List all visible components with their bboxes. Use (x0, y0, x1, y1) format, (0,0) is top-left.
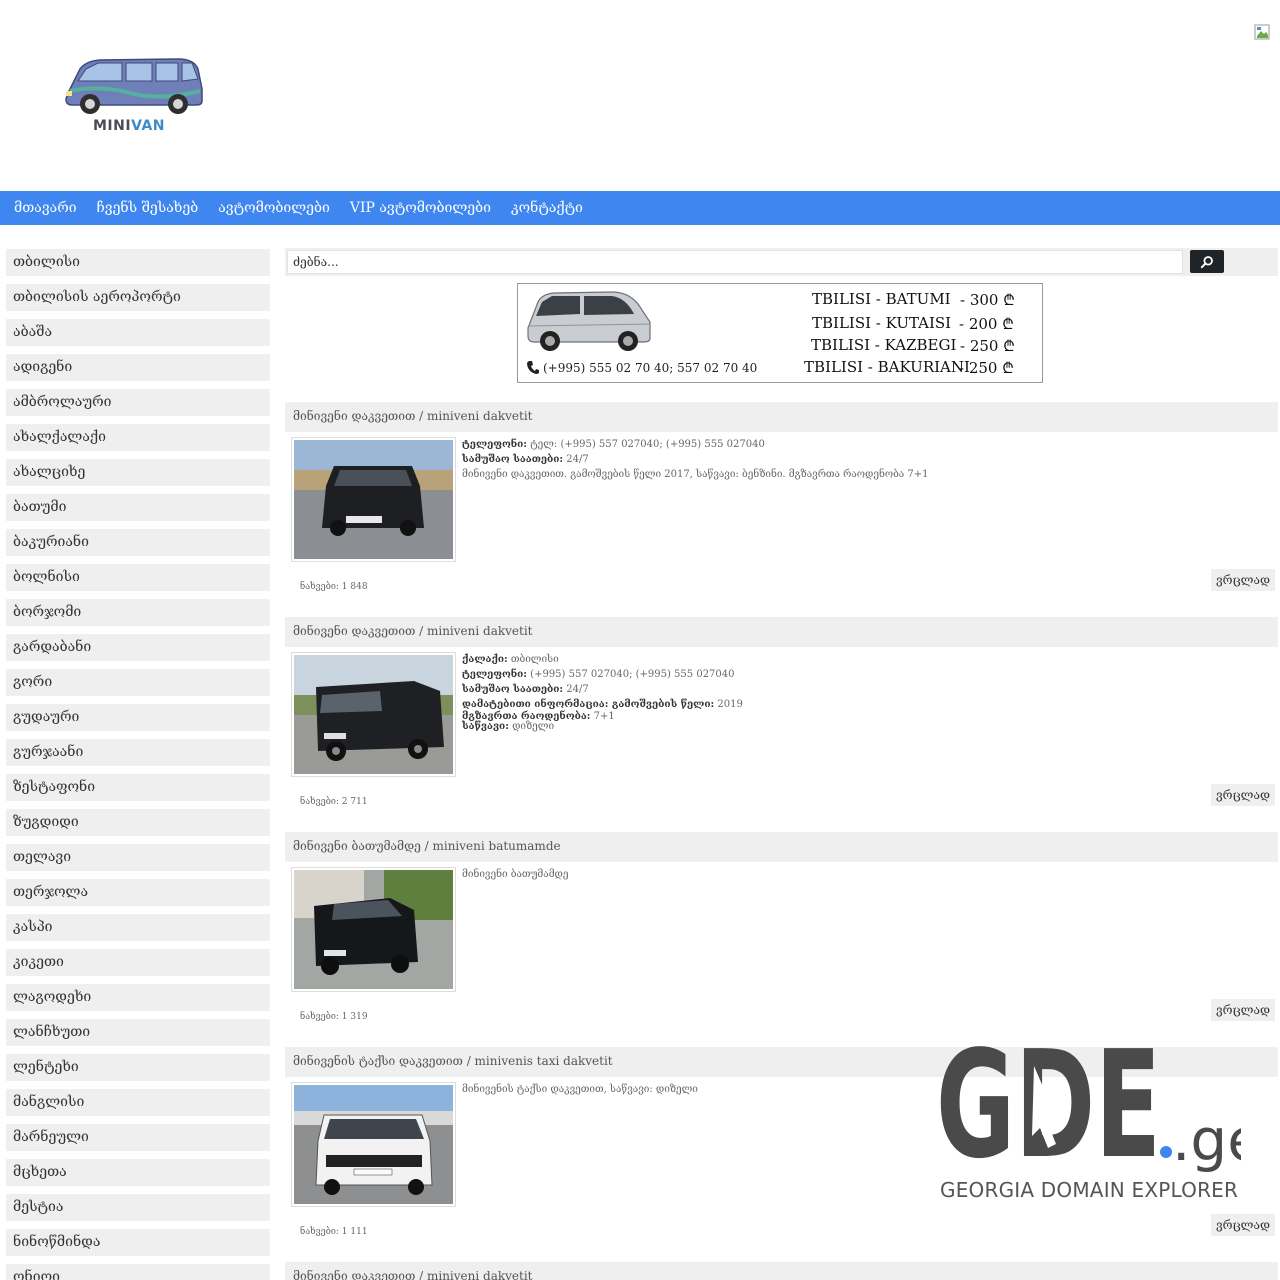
nav-item-home[interactable]: მთავარი (4, 191, 87, 225)
view-count: ნახვები: 2 711 (300, 797, 368, 807)
search-button[interactable] (1190, 250, 1224, 273)
detail-line: ტელეფონი: ტელ: (+995) 557 027040; (+995)… (462, 439, 765, 450)
sidebar-item-city[interactable]: ლაგოდეხი (6, 984, 270, 1011)
gde-watermark: GDE .ge GEORGIA DOMAIN EXPLORER (936, 1019, 1263, 1206)
van-photo (294, 1085, 453, 1204)
listing-details: ტელეფონი: ტელ: (+995) 557 027040; (+995)… (462, 437, 1262, 482)
sidebar-item-city[interactable]: კასპი (6, 914, 270, 941)
van-photo (294, 655, 453, 774)
detail-line: ტელეფონი: (+995) 557 027040; (+995) 555 … (462, 669, 735, 680)
listing-thumbnail[interactable] (291, 1082, 456, 1207)
sidebar-item-city[interactable]: ზესტაფონი (6, 774, 270, 801)
search-bar (285, 248, 1278, 276)
sidebar-item-city[interactable]: ბათუმი (6, 494, 270, 521)
sidebar-item-city[interactable]: გურჯაანი (6, 739, 270, 766)
listing-card: მინივენი დაკვეთით / miniveni dakvetit ტე… (285, 402, 1278, 617)
phone-icon (527, 361, 539, 374)
listing-title[interactable]: მინივენი ბათუმამდე / miniveni batumamde (285, 832, 1278, 862)
sidebar-item-city[interactable]: აბაშა (6, 319, 270, 346)
sidebar-item-city[interactable]: ონიოი (6, 1264, 270, 1280)
van-photo (294, 440, 453, 559)
broken-image-icon (1254, 24, 1270, 40)
listing-details: მინივენი ბათუმამდე (462, 867, 1262, 882)
listing-title[interactable]: მინივენი დაკვეთით / miniveni dakvetit (285, 617, 1278, 647)
sidebar-item-city[interactable]: თერჯოლა (6, 879, 270, 906)
detail-line: მგზავრთა რაოდენობა: 7+1 (462, 711, 615, 722)
city-sidebar: თბილისი თბილისის აეროპორტი აბაშა ადიგენი… (6, 249, 270, 1280)
sidebar-item-city[interactable]: ზუგდიდი (6, 809, 270, 836)
nav-item-cars[interactable]: ავტომობილები (208, 191, 340, 225)
sidebar-item-city[interactable]: ამბროლაური (6, 389, 270, 416)
sidebar-item-city[interactable]: გარდაბანი (6, 634, 270, 661)
sidebar-item-city[interactable]: ახალქალაქი (6, 424, 270, 451)
sidebar-item-city[interactable]: ლანჩხუთი (6, 1019, 270, 1046)
search-input[interactable] (287, 250, 1183, 274)
listing-card: მინივენი დაკვეთით / miniveni dakvetit ქა… (285, 617, 1278, 832)
detail-line: მინივენი დაკვეთით. გამოშვების წელი 2017,… (462, 469, 929, 480)
sidebar-item-city[interactable]: ლენტეხი (6, 1054, 270, 1081)
details-button[interactable]: ვრცლად (1211, 784, 1275, 806)
banner-route: TBILISI - KUTAISI - 200 ₾ (812, 314, 1014, 333)
van-photo (294, 870, 453, 989)
listing-card: მინივენი დაკვეთით / miniveni dakvetit (285, 1262, 1278, 1280)
sidebar-item-city[interactable]: ნინოწმინდა (6, 1229, 270, 1256)
search-icon (1200, 255, 1213, 268)
banner-phone-text: (+995) 555 02 70 40; 557 02 70 40 (543, 360, 758, 375)
nav-item-vip-cars[interactable]: VIP ავტომობილები (340, 191, 501, 225)
gde-tagline: GEORGIA DOMAIN EXPLORER (940, 1178, 1239, 1202)
banner-route: TBILISI - KAZBEGI - 250 ₾ (811, 336, 1015, 355)
details-button[interactable]: ვრცლად (1211, 999, 1275, 1021)
sidebar-item-city[interactable]: ბორჯომი (6, 599, 270, 626)
view-count: ნახვები: 1 848 (300, 582, 368, 592)
view-count: ნახვები: 1 319 (300, 1012, 368, 1022)
sidebar-item-city[interactable]: გორი (6, 669, 270, 696)
sidebar-item-city[interactable]: ბოლნისი (6, 564, 270, 591)
sidebar-item-city[interactable]: მცხეთა (6, 1159, 270, 1186)
listing-card: მინივენი ბათუმამდე / miniveni batumamde … (285, 832, 1278, 1047)
sidebar-item-city[interactable]: მესტია (6, 1194, 270, 1221)
detail-line: ქალაქი: თბილისი (462, 654, 559, 665)
sidebar-item-city[interactable]: თელავი (6, 844, 270, 871)
detail-line: საწვავი: დიზელი (462, 721, 555, 732)
gde-logo: GDE .ge (936, 1019, 1263, 1191)
sidebar-item-city[interactable]: კიკეთი (6, 949, 270, 976)
detail-line: მინივენი ბათუმამდე (462, 869, 569, 880)
banner-route: TBILISI - BATUMI - 300 ₾ (812, 290, 1015, 309)
sidebar-item-city[interactable]: ახალციხე (6, 459, 270, 486)
nav-item-contact[interactable]: კონტაქტი (501, 191, 593, 225)
listing-thumbnail[interactable] (291, 867, 456, 992)
view-count: ნახვები: 1 111 (300, 1227, 368, 1237)
gde-tld-text: .ge (1172, 1106, 1241, 1174)
sidebar-item-city[interactable]: გუდაური (6, 704, 270, 731)
details-button[interactable]: ვრცლად (1211, 569, 1275, 591)
banner-phone: (+995) 555 02 70 40; 557 02 70 40 (526, 360, 757, 375)
details-button[interactable]: ვრცლად (1211, 1214, 1275, 1236)
detail-line: სამუშაო საათები: 24/7 (462, 684, 589, 695)
listing-details: ქალაქი: თბილისი ტელეფონი: (+995) 557 027… (462, 652, 1262, 732)
logo-text: MINIVAN (93, 118, 166, 134)
main-nav: მთავარი ჩვენს შესახებ ავტომობილები VIP ა… (0, 191, 1280, 225)
banner-route: TBILISI - BAKURIANI - 250 ₾ (804, 358, 1014, 377)
nav-item-about[interactable]: ჩვენს შესახებ (87, 191, 209, 225)
listing-thumbnail[interactable] (291, 437, 456, 562)
listing-title[interactable]: მინივენი დაკვეთით / miniveni dakvetit (285, 1262, 1278, 1280)
sidebar-item-city[interactable]: თბილისის აეროპორტი (6, 284, 270, 311)
sidebar-item-city[interactable]: მარნეული (6, 1124, 270, 1151)
detail-line: დამატებითი ინფორმაცია: გამოშვების წელი: … (462, 699, 743, 710)
site-header: MINIVAN (0, 0, 1280, 191)
detail-line: სამუშაო საათები: 24/7 (462, 454, 589, 465)
sidebar-item-city[interactable]: თბილისი (6, 249, 270, 276)
silver-van-image (527, 291, 651, 351)
minivan-logo-icon (65, 58, 203, 114)
price-banner[interactable]: (+995) 555 02 70 40; 557 02 70 40 TBILIS… (517, 283, 1043, 383)
sidebar-item-city[interactable]: ადიგენი (6, 354, 270, 381)
listing-thumbnail[interactable] (291, 652, 456, 777)
listing-title[interactable]: მინივენი დაკვეთით / miniveni dakvetit (285, 402, 1278, 432)
sidebar-item-city[interactable]: ბაკურიანი (6, 529, 270, 556)
sidebar-item-city[interactable]: მანგლისი (6, 1089, 270, 1116)
